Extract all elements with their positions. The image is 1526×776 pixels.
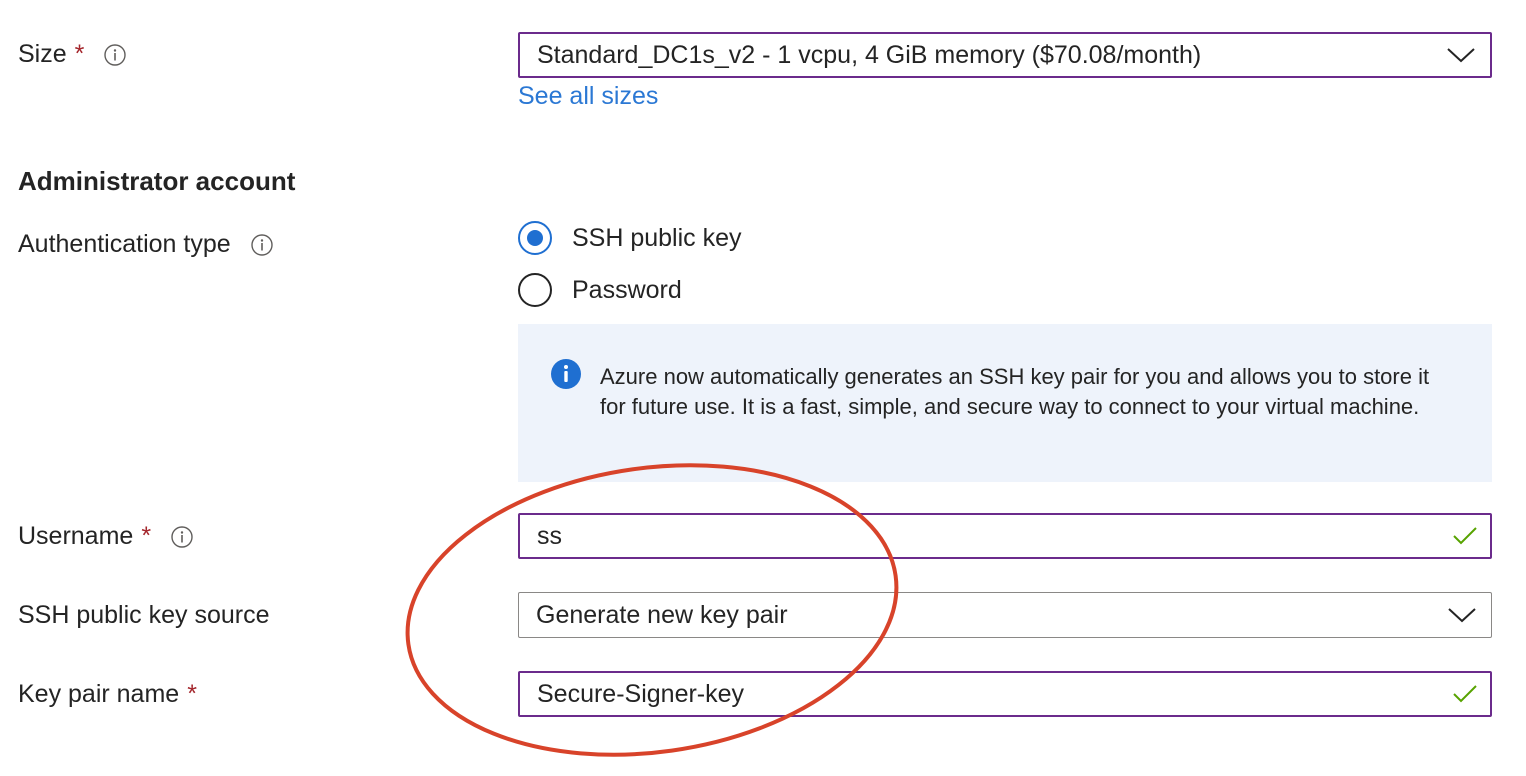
size-label: Size xyxy=(18,40,67,68)
ssh-key-source-label-row: SSH public key source xyxy=(18,601,270,630)
key-pair-name-value: Secure-Signer-key xyxy=(537,679,745,708)
ssh-key-source-dropdown[interactable]: Generate new key pair xyxy=(518,592,1492,638)
radio-label: Password xyxy=(572,275,682,304)
key-pair-name-input[interactable]: Secure-Signer-key xyxy=(518,671,1492,717)
auth-type-label-row: Authentication type xyxy=(18,230,273,259)
info-icon[interactable] xyxy=(250,233,273,256)
size-dropdown[interactable]: Standard_DC1s_v2 - 1 vcpu, 4 GiB memory … xyxy=(518,32,1492,78)
see-all-sizes-link[interactable]: See all sizes xyxy=(518,82,658,111)
checkmark-icon xyxy=(1453,527,1477,545)
chevron-down-icon xyxy=(1448,608,1476,623)
radio-label: SSH public key xyxy=(572,223,742,252)
info-icon[interactable] xyxy=(104,43,127,66)
info-filled-icon xyxy=(551,359,581,389)
required-asterisk: * xyxy=(74,40,85,68)
info-banner-message: Azure now automatically generates an SSH… xyxy=(600,364,1430,419)
username-value: ss xyxy=(537,521,562,550)
ssh-key-source-label: SSH public key source xyxy=(18,601,270,629)
info-banner: Azure now automatically generates an SSH… xyxy=(518,324,1492,482)
username-label: Username xyxy=(18,522,134,550)
auth-type-label: Authentication type xyxy=(18,230,231,258)
radio-button-unchecked[interactable] xyxy=(518,273,552,307)
key-pair-name-label: Key pair name xyxy=(18,680,180,708)
size-selected-value: Standard_DC1s_v2 - 1 vcpu, 4 GiB memory … xyxy=(537,40,1202,69)
section-heading-administrator-account: Administrator account xyxy=(18,166,296,196)
username-input[interactable]: ss xyxy=(518,513,1492,559)
radio-ssh-public-key[interactable]: SSH public key xyxy=(518,221,742,255)
chevron-down-icon xyxy=(1447,48,1475,63)
info-icon[interactable] xyxy=(171,525,193,548)
checkmark-icon xyxy=(1453,685,1477,703)
required-asterisk: * xyxy=(141,522,152,550)
key-pair-name-label-row: Key pair name * xyxy=(18,680,197,709)
size-label-row: Size * xyxy=(18,40,127,69)
radio-button-checked[interactable] xyxy=(518,221,552,255)
radio-password[interactable]: Password xyxy=(518,273,682,307)
username-label-row: Username * xyxy=(18,522,193,551)
required-asterisk: * xyxy=(187,680,197,708)
ssh-key-source-selected-value: Generate new key pair xyxy=(536,600,788,629)
